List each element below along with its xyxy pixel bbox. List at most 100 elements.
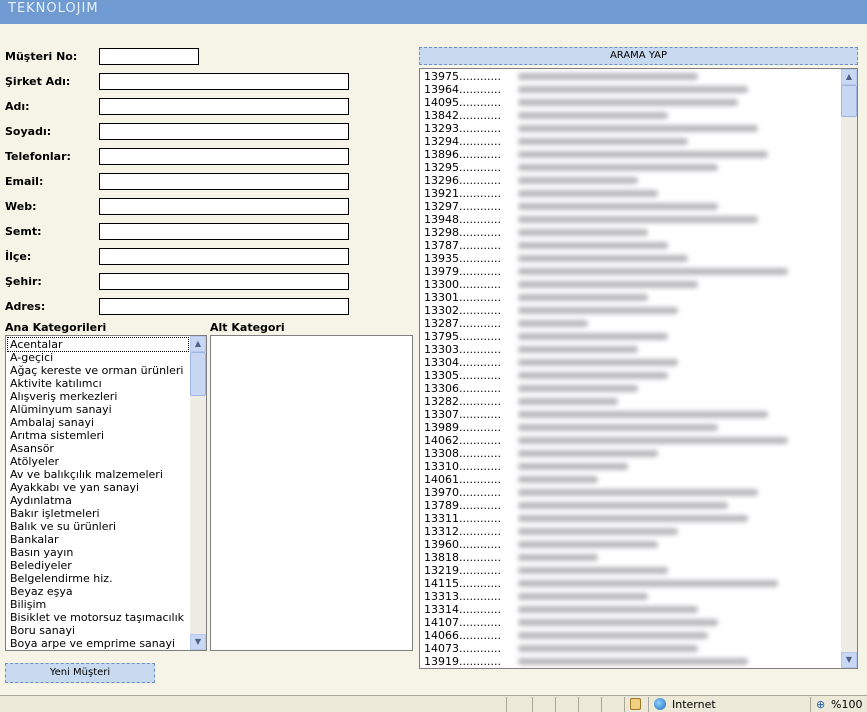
city-field[interactable] xyxy=(99,273,349,290)
scroll-up-icon[interactable]: ▲ xyxy=(190,336,206,352)
result-row[interactable]: 13921............ xyxy=(424,187,839,200)
security-warning-icon[interactable] xyxy=(630,698,641,710)
result-row[interactable]: 13302............ xyxy=(424,304,839,317)
result-row[interactable]: 13896............ xyxy=(424,148,839,161)
result-row[interactable]: 13310............ xyxy=(424,460,839,473)
result-row[interactable]: 13970............ xyxy=(424,486,839,499)
result-row[interactable]: 13789............ xyxy=(424,499,839,512)
category-option[interactable]: Ağaç kereste ve orman ürünleri xyxy=(8,364,188,377)
zoom-icon[interactable]: ⊕ xyxy=(816,698,825,711)
new-customer-button[interactable]: Yeni Müşteri xyxy=(5,663,155,683)
main-category-scrollbar[interactable]: ▲ ▼ xyxy=(190,336,206,650)
search-results-list[interactable]: 13975............ 13964............ 14095.… xyxy=(419,68,858,669)
company-name-field[interactable] xyxy=(99,73,349,90)
result-row[interactable]: 14073............ xyxy=(424,642,839,655)
result-row[interactable]: 13979............ xyxy=(424,265,839,278)
result-row[interactable]: 13303............ xyxy=(424,343,839,356)
category-option[interactable]: Bisiklet ve motorsuz taşımacılık xyxy=(8,611,188,624)
result-row[interactable]: 13307............ xyxy=(424,408,839,421)
category-option[interactable]: Acentalar xyxy=(7,337,189,352)
category-option[interactable]: Av ve balıkçılık malzemeleri xyxy=(8,468,188,481)
result-row[interactable]: 13919............ xyxy=(424,655,839,668)
category-option[interactable]: Asansör xyxy=(8,442,188,455)
result-row[interactable]: 13294............ xyxy=(424,135,839,148)
email-field[interactable] xyxy=(99,173,349,190)
result-id: 13300............ xyxy=(424,278,501,291)
result-row[interactable]: 13960............ xyxy=(424,538,839,551)
category-option[interactable]: Beyaz eşya xyxy=(8,585,188,598)
main-category-list[interactable]: Acentalar A-geçici Ağaç kereste ve orman ü… xyxy=(5,335,207,651)
result-row[interactable]: 13948............ xyxy=(424,213,839,226)
result-row[interactable]: 13300............ xyxy=(424,278,839,291)
category-option[interactable]: Alışveriş merkezleri xyxy=(8,390,188,403)
result-row[interactable]: 14066............ xyxy=(424,629,839,642)
result-row[interactable]: 14095............ xyxy=(424,96,839,109)
category-option[interactable]: Bankalar xyxy=(8,533,188,546)
result-row[interactable]: 13311............ xyxy=(424,512,839,525)
category-option[interactable]: Ambalaj sanayi xyxy=(8,416,188,429)
result-row[interactable]: 14062............ xyxy=(424,434,839,447)
result-row[interactable]: 13313............ xyxy=(424,590,839,603)
category-option[interactable]: Boya arpe ve emprime sanayi xyxy=(8,637,188,650)
scroll-down-icon[interactable]: ▼ xyxy=(841,652,857,668)
result-row[interactable]: 13308............ xyxy=(424,447,839,460)
result-row[interactable]: 13818............ xyxy=(424,551,839,564)
category-option[interactable]: Ayakkabı ve yan sanayi xyxy=(8,481,188,494)
result-row[interactable]: 13287............ xyxy=(424,317,839,330)
zoom-level[interactable]: %100 xyxy=(831,698,862,711)
result-row[interactable]: 13282............ xyxy=(424,395,839,408)
first-name-field[interactable] xyxy=(99,98,349,115)
result-row[interactable]: 13842............ xyxy=(424,109,839,122)
category-option[interactable]: Aktivite katılımcı xyxy=(8,377,188,390)
category-option[interactable]: Basın yayın xyxy=(8,546,188,559)
result-row[interactable]: 13296............ xyxy=(424,174,839,187)
search-button[interactable]: ARAMA YAP xyxy=(419,47,858,65)
district-field[interactable] xyxy=(99,223,349,240)
result-row[interactable]: 13787............ xyxy=(424,239,839,252)
result-row[interactable]: 13312............ xyxy=(424,525,839,538)
scroll-thumb[interactable] xyxy=(190,352,206,396)
customer-no-field[interactable] xyxy=(99,48,199,65)
result-row[interactable]: 13989............ xyxy=(424,421,839,434)
category-option[interactable]: A-geçici xyxy=(8,351,188,364)
result-row[interactable]: 13295............ xyxy=(424,161,839,174)
category-option[interactable]: Bakır işletmeleri xyxy=(8,507,188,520)
web-field[interactable] xyxy=(99,198,349,215)
category-option[interactable]: Boru sanayi xyxy=(8,624,188,637)
result-id: 13287............ xyxy=(424,317,501,330)
result-row[interactable]: 13297............ xyxy=(424,200,839,213)
sub-category-list[interactable] xyxy=(210,335,413,651)
category-option[interactable]: Belgelendirme hiz. xyxy=(8,572,188,585)
scroll-down-icon[interactable]: ▼ xyxy=(190,634,206,650)
result-row[interactable]: 13304............ xyxy=(424,356,839,369)
scroll-thumb[interactable] xyxy=(841,85,857,117)
result-row[interactable]: 13795............ xyxy=(424,330,839,343)
result-row[interactable]: 13298............ xyxy=(424,226,839,239)
results-scrollbar[interactable]: ▲ ▼ xyxy=(841,69,857,668)
result-row[interactable]: 14061............ xyxy=(424,473,839,486)
category-option[interactable]: Belediyeler xyxy=(8,559,188,572)
category-option[interactable]: Atölyeler xyxy=(8,455,188,468)
result-row[interactable]: 13293............ xyxy=(424,122,839,135)
category-option[interactable]: Balık ve su ürünleri xyxy=(8,520,188,533)
category-option[interactable]: Aydınlatma xyxy=(8,494,188,507)
result-row[interactable]: 13305............ xyxy=(424,369,839,382)
county-field[interactable] xyxy=(99,248,349,265)
result-row[interactable]: 13935............ xyxy=(424,252,839,265)
result-row[interactable]: 14107............ xyxy=(424,616,839,629)
result-row[interactable]: 13301............ xyxy=(424,291,839,304)
result-row[interactable]: 14115............ xyxy=(424,577,839,590)
category-option[interactable]: Arıtma sistemleri xyxy=(8,429,188,442)
result-row[interactable]: 13975............ xyxy=(424,70,839,83)
result-id: 13935............ xyxy=(424,252,501,265)
result-row[interactable]: 13964............ xyxy=(424,83,839,96)
category-option[interactable]: Alüminyum sanayi xyxy=(8,403,188,416)
phones-field[interactable] xyxy=(99,148,349,165)
scroll-up-icon[interactable]: ▲ xyxy=(841,69,857,85)
address-field[interactable] xyxy=(99,298,349,315)
last-name-field[interactable] xyxy=(99,123,349,140)
result-row[interactable]: 13219............ xyxy=(424,564,839,577)
result-row[interactable]: 13306............ xyxy=(424,382,839,395)
result-row[interactable]: 13314............ xyxy=(424,603,839,616)
category-option[interactable]: Bilişim xyxy=(8,598,188,611)
